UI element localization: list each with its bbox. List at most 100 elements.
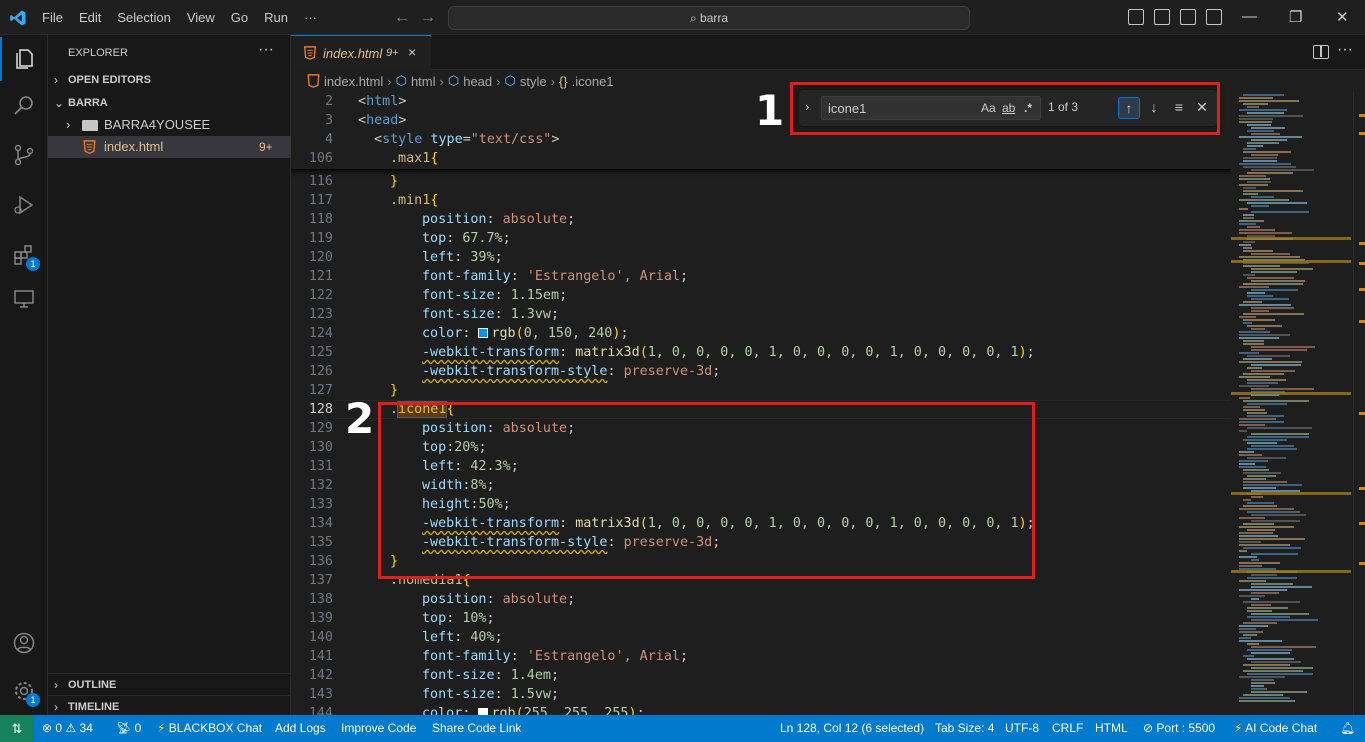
chevron-right-icon: › xyxy=(496,73,501,89)
line-number: 128 xyxy=(308,402,333,417)
manage-activity[interactable]: 1 xyxy=(0,669,48,713)
minimap-line xyxy=(1243,664,1290,666)
explorer-title: EXPLORER xyxy=(68,47,128,59)
code-line[interactable]: 118 position: absolute; xyxy=(291,210,1231,229)
open-editors-section[interactable]: › OPEN EDITORS xyxy=(48,69,291,91)
add-logs-button[interactable]: Add Logs xyxy=(275,715,326,742)
improve-code-button[interactable]: Improve Code xyxy=(341,715,416,742)
close-window-icon[interactable]: ✕ xyxy=(1336,8,1349,26)
ai-code-chat-label: AI Code Chat xyxy=(1245,721,1318,735)
code-line[interactable]: 106 .max1{ xyxy=(291,149,1231,168)
code-line[interactable]: 139 top: 10%; xyxy=(291,609,1231,628)
code-line[interactable]: 122 font-size: 1.15em; xyxy=(291,286,1231,305)
editor-more-button[interactable]: ··· xyxy=(1337,41,1353,59)
breadcrumb-selector[interactable]: .icone1 xyxy=(572,74,614,89)
ports-status[interactable]: 📡︎ 0 xyxy=(116,715,141,742)
minimap-line xyxy=(1239,700,1295,702)
menu-more[interactable]: ··· xyxy=(296,10,325,25)
tree-item-barra4yousee[interactable]: › BARRA4YOUSEE xyxy=(48,114,291,136)
forward-arrow-icon[interactable]: → xyxy=(420,9,436,27)
minimap-line xyxy=(1247,382,1278,384)
code-line[interactable]: 121 font-family: 'Estrangelo', Arial; xyxy=(291,267,1231,286)
end-of-line[interactable]: CRLF xyxy=(1052,715,1083,742)
toggle-primary-sidebar-icon[interactable] xyxy=(1128,9,1144,25)
menu-view[interactable]: View xyxy=(179,10,223,25)
color-swatch[interactable] xyxy=(478,328,489,338)
ai-code-chat-status[interactable]: ⚡ AI Code Chat xyxy=(1234,715,1317,742)
minimap-line xyxy=(1239,109,1287,111)
menu-run[interactable]: Run xyxy=(256,10,296,25)
live-server-status[interactable]: ⊘ Port : 5500 xyxy=(1143,715,1215,742)
code-line[interactable]: 120 left: 39%; xyxy=(291,248,1231,267)
code-line[interactable]: 125 -webkit-transform: matrix3d(1, 0, 0, … xyxy=(291,343,1231,362)
back-arrow-icon[interactable]: ← xyxy=(394,9,410,27)
menu-file[interactable]: File xyxy=(34,10,71,25)
extensions-badge: 1 xyxy=(26,257,40,271)
remote-explorer-activity[interactable] xyxy=(0,277,48,321)
restore-icon[interactable]: ❐ xyxy=(1289,8,1302,26)
code-line[interactable]: 119 top: 67.7%; xyxy=(291,229,1231,248)
problems-status[interactable]: ⊗ 0 ⚠ 34 xyxy=(42,715,93,742)
code-line[interactable]: 124 color: rgb(0, 150, 240); xyxy=(291,324,1231,343)
menu-edit[interactable]: Edit xyxy=(71,10,109,25)
menu-go[interactable]: Go xyxy=(223,10,256,25)
minimap-line xyxy=(1243,469,1269,471)
breadcrumb-file[interactable]: index.html xyxy=(324,74,383,89)
code-line[interactable]: 126 -webkit-transform-style: preserve-3d; xyxy=(291,362,1231,381)
run-debug-activity[interactable] xyxy=(0,183,48,227)
minimap-line xyxy=(1239,97,1273,99)
minimap-line xyxy=(1247,415,1284,417)
code-line[interactable]: 116} xyxy=(291,172,1231,191)
code-line[interactable]: 144 color: rgb(255, 255, 255); xyxy=(291,704,1231,715)
encoding[interactable]: UTF-8 xyxy=(1005,715,1039,742)
language-mode[interactable]: HTML xyxy=(1095,715,1128,742)
explorer-activity[interactable] xyxy=(0,37,48,81)
minimap-line xyxy=(1251,652,1290,654)
extensions-activity[interactable]: 1 xyxy=(0,233,48,277)
command-center-search[interactable]: ⌕ barra xyxy=(448,6,970,30)
share-code-link-button[interactable]: Share Code Link xyxy=(432,715,521,742)
timeline-section[interactable]: › TIMELINE xyxy=(48,695,291,717)
minimap-line xyxy=(1251,205,1269,207)
code-line[interactable]: 142 font-size: 1.4em; xyxy=(291,666,1231,685)
tree-item-index-html[interactable]: index.html 9+ xyxy=(48,136,291,158)
notifications-bell-icon[interactable]: 🔔︎ xyxy=(1340,715,1355,742)
tab-size[interactable]: Tab Size: 4 xyxy=(935,715,994,742)
toggle-panel-icon[interactable] xyxy=(1154,9,1170,25)
minimap-line xyxy=(1247,295,1273,297)
accounts-activity[interactable] xyxy=(0,621,48,665)
code-line[interactable]: 127} xyxy=(291,381,1231,400)
explorer-more-button[interactable]: ··· xyxy=(258,41,274,59)
remote-indicator-icon[interactable]: ⇅ xyxy=(0,715,34,742)
code-line[interactable]: 141 font-family: 'Estrangelo', Arial; xyxy=(291,647,1231,666)
code-line[interactable]: 143 font-size: 1.5vw; xyxy=(291,685,1231,704)
minimap-line xyxy=(1247,277,1294,279)
menu-selection[interactable]: Selection xyxy=(109,10,178,25)
minimap-line xyxy=(1239,565,1262,567)
minimap-line xyxy=(1239,184,1268,186)
barra-folder-section[interactable]: ⌄ BARRA xyxy=(48,92,291,114)
minimize-icon[interactable]: — xyxy=(1242,8,1257,25)
color-swatch[interactable] xyxy=(478,708,489,715)
toggle-secondary-sidebar-icon[interactable] xyxy=(1180,9,1196,25)
code-line[interactable]: 140 left: 40%; xyxy=(291,628,1231,647)
search-activity[interactable] xyxy=(0,83,48,127)
search-icon: ⌕ xyxy=(689,11,701,25)
breadcrumb-html[interactable]: html xyxy=(411,74,436,89)
code-line[interactable]: 123 font-size: 1.3vw; xyxy=(291,305,1231,324)
blackbox-chat-status[interactable]: ⚡ BLACKBOX Chat xyxy=(157,715,262,742)
outline-section[interactable]: › OUTLINE xyxy=(48,673,291,695)
split-editor-icon[interactable] xyxy=(1313,45,1329,59)
breadcrumb-head[interactable]: head xyxy=(463,74,492,89)
customize-layout-icon[interactable] xyxy=(1206,9,1222,25)
cursor-position[interactable]: Ln 128, Col 12 (6 selected) xyxy=(780,715,924,742)
run-debug-icon xyxy=(14,195,34,215)
code-line[interactable]: 117 .min1{ xyxy=(291,191,1231,210)
breadcrumb-style[interactable]: style xyxy=(520,74,547,89)
minimap[interactable] xyxy=(1231,92,1353,715)
tab-index-html[interactable]: index.html 9+ × xyxy=(291,35,431,70)
code-line[interactable]: 138 position: absolute; xyxy=(291,590,1231,609)
close-icon[interactable]: × xyxy=(408,44,416,60)
vertical-scrollbar[interactable] xyxy=(1353,92,1365,715)
source-control-activity[interactable] xyxy=(0,133,48,177)
